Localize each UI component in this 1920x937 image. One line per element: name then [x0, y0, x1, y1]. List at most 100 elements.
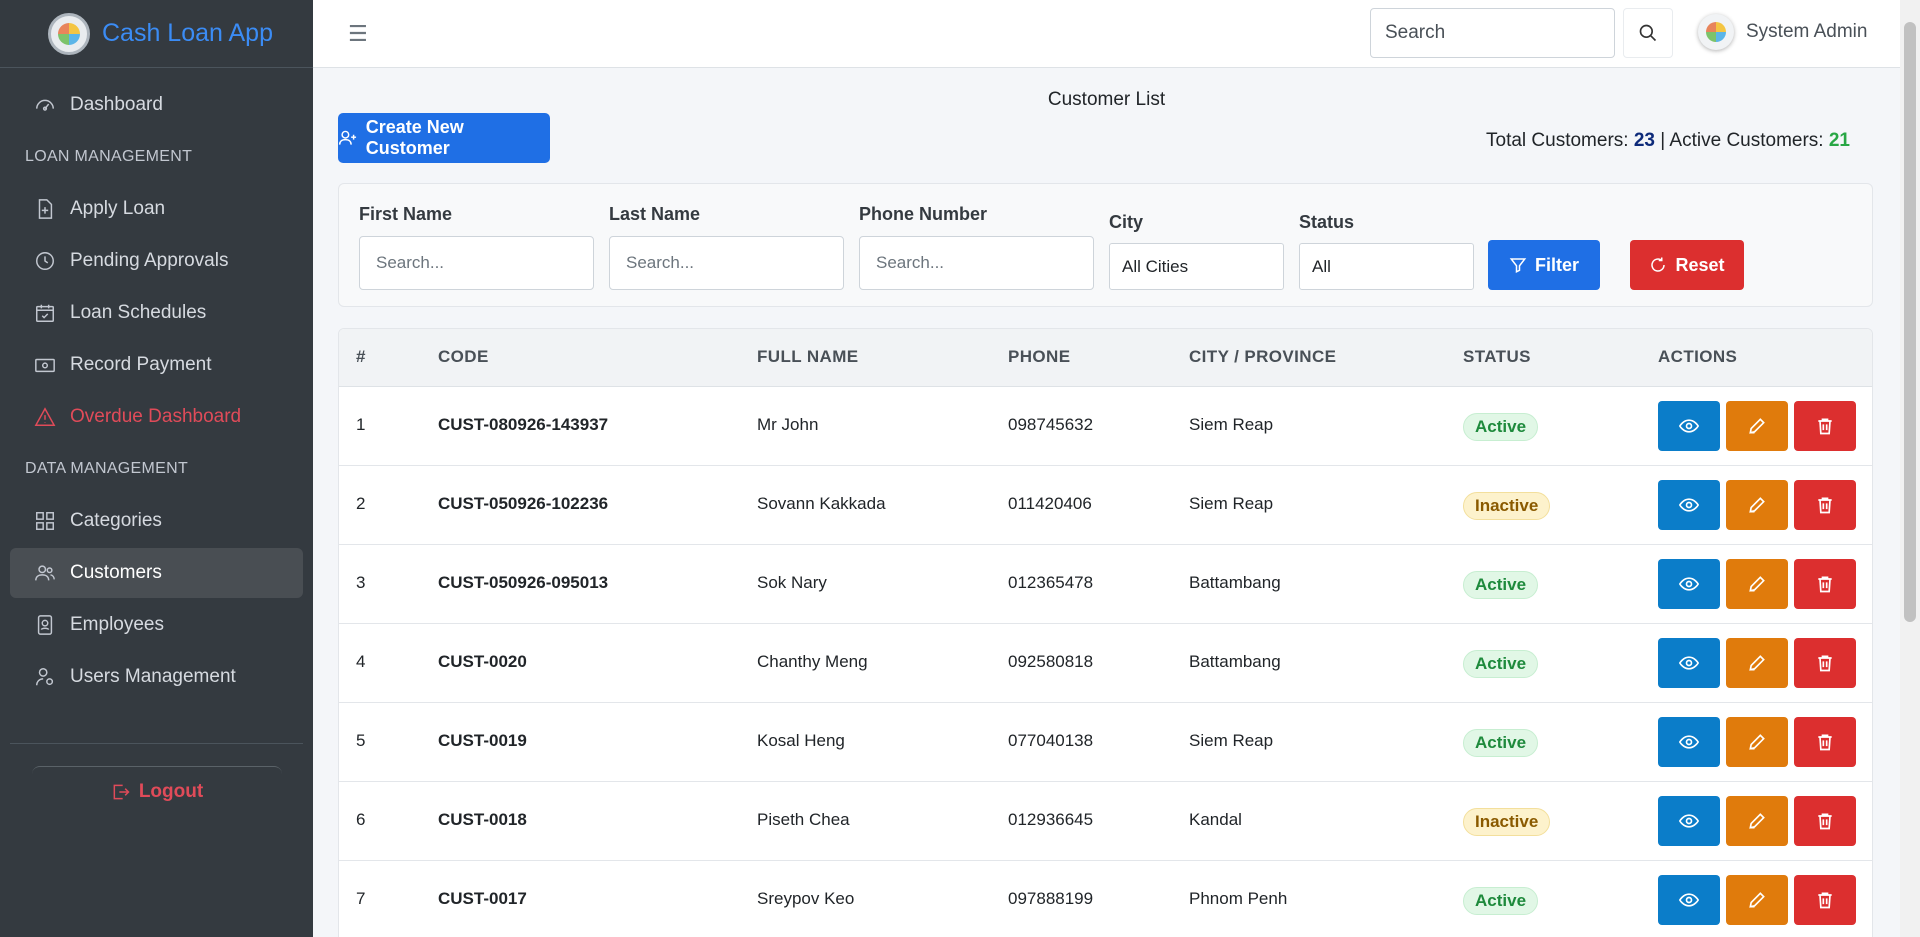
row-full-name: Kosal Heng: [757, 731, 845, 750]
eye-icon: [1679, 893, 1699, 907]
sidebar-item-pending-approvals[interactable]: Pending Approvals: [10, 236, 303, 286]
scrollbar-thumb[interactable]: [1904, 22, 1916, 622]
row-full-name: Chanthy Meng: [757, 652, 868, 671]
trash-icon: [1818, 497, 1832, 514]
row-code: CUST-050926-102236: [438, 494, 609, 513]
pencil-icon: [1749, 576, 1765, 592]
view-button[interactable]: [1658, 480, 1720, 530]
view-button[interactable]: [1658, 796, 1720, 846]
eye-icon: [1679, 419, 1699, 433]
delete-button[interactable]: [1794, 480, 1856, 530]
sidebar-item-label: Users Management: [70, 666, 236, 687]
delete-button[interactable]: [1794, 875, 1856, 925]
pencil-icon: [1749, 655, 1765, 671]
pencil-icon: [1749, 418, 1765, 434]
edit-button[interactable]: [1726, 480, 1788, 530]
city-select[interactable]: All Cities: [1109, 243, 1284, 290]
last-name-input[interactable]: [609, 236, 844, 290]
row-full-name: Sok Nary: [757, 573, 827, 592]
table-row: 4 CUST-0020 Chanthy Meng 092580818 Battamban…: [339, 624, 1872, 703]
pencil-icon: [1749, 734, 1765, 750]
trash-icon: [1818, 576, 1832, 593]
reset-button[interactable]: Reset: [1630, 240, 1744, 290]
row-city: Siem Reap: [1189, 415, 1274, 434]
sidebar: Cash Loan App Dashboard LOAN MANAGEMENT …: [0, 0, 313, 937]
search-input[interactable]: [1370, 8, 1615, 58]
badge-icon: [37, 615, 53, 635]
table-row: 2 CUST-050926-102236 Sovann Kakkada 0114204…: [339, 466, 1872, 545]
edit-button[interactable]: [1726, 401, 1788, 451]
first-name-input[interactable]: [359, 236, 594, 290]
sidebar-item-customers[interactable]: Customers: [10, 548, 303, 598]
file-plus-icon: [38, 199, 53, 219]
row-full-name: Sovann Kakkada: [757, 494, 886, 513]
sidebar-item-employees[interactable]: Employees: [10, 600, 303, 650]
view-button[interactable]: [1658, 875, 1720, 925]
brand[interactable]: Cash Loan App: [0, 0, 313, 68]
filter-button[interactable]: Filter: [1488, 240, 1600, 290]
col-status: STATUS: [1463, 347, 1531, 366]
delete-button[interactable]: [1794, 717, 1856, 767]
view-button[interactable]: [1658, 401, 1720, 451]
users-icon: [35, 565, 55, 581]
sidebar-item-label: Overdue Dashboard: [70, 406, 242, 427]
sidebar-item-categories[interactable]: Categories: [10, 496, 303, 546]
create-customer-button[interactable]: Create New Customer: [338, 113, 550, 163]
sidebar-item-record-payment[interactable]: Record Payment: [10, 340, 303, 390]
sidebar-item-users-management[interactable]: Users Management: [10, 652, 303, 702]
brand-name: Cash Loan App: [102, 19, 273, 47]
row-code: CUST-0018: [438, 810, 527, 829]
create-customer-label: Create New Customer: [365, 117, 464, 158]
sidebar-item-loan-schedules[interactable]: Loan Schedules: [10, 288, 303, 338]
col-phone: PHONE: [1008, 347, 1071, 366]
menu-toggle-icon[interactable]: ☰: [348, 21, 368, 47]
edit-button[interactable]: [1726, 796, 1788, 846]
table-row: 7 CUST-0017 Sreypov Keo 097888199 Phnom Penh…: [339, 861, 1872, 937]
view-button[interactable]: [1658, 638, 1720, 688]
edit-button[interactable]: [1726, 559, 1788, 609]
app-logo-icon: [48, 12, 90, 55]
row-phone: 098745632: [1008, 415, 1094, 434]
status-badge: Active: [1463, 571, 1539, 599]
edit-button[interactable]: [1726, 875, 1788, 925]
sidebar-item-overdue-dashboard[interactable]: Overdue Dashboard: [10, 392, 303, 442]
edit-button[interactable]: [1726, 638, 1788, 688]
sidebar-item-dashboard[interactable]: Dashboard: [10, 80, 303, 130]
trash-icon: [1818, 892, 1832, 909]
sidebar-item-label: Categories: [70, 510, 162, 531]
sidebar-item-apply-loan[interactable]: Apply Loan: [10, 184, 303, 234]
view-button[interactable]: [1658, 717, 1720, 767]
warning-icon: [34, 407, 56, 426]
status-badge: Active: [1463, 887, 1539, 915]
row-number: 4: [356, 652, 366, 671]
trash-icon: [1818, 813, 1832, 830]
edit-button[interactable]: [1726, 717, 1788, 767]
funnel-icon: [1509, 258, 1527, 273]
delete-button[interactable]: [1794, 559, 1856, 609]
user-name: System Admin: [1746, 21, 1868, 42]
status-select[interactable]: All: [1299, 243, 1474, 290]
row-city: Kandal: [1189, 810, 1242, 829]
nav-header-data: DATA MANAGEMENT: [25, 460, 189, 477]
filter-panel: First Name Last Name Phone Number City A…: [338, 183, 1873, 307]
last-name-label: Last Name: [609, 204, 701, 224]
user-menu[interactable]: System Admin: [1698, 14, 1867, 50]
row-city: Battambang: [1189, 573, 1281, 592]
sidebar-item-label: Record Payment: [70, 354, 212, 375]
col-actions: ACTIONS: [1658, 347, 1738, 366]
logout-button[interactable]: Logout: [32, 766, 282, 816]
search-button[interactable]: [1623, 8, 1673, 58]
view-button[interactable]: [1658, 559, 1720, 609]
page-scrollbar[interactable]: [1900, 0, 1920, 937]
row-full-name: Sreypov Keo: [757, 889, 855, 908]
cash-icon: [35, 358, 55, 373]
delete-button[interactable]: [1794, 796, 1856, 846]
eye-icon: [1679, 814, 1699, 828]
main-content: Customer List Create New Customer Total …: [313, 69, 1900, 937]
phone-number-input[interactable]: [859, 236, 1094, 290]
delete-button[interactable]: [1794, 401, 1856, 451]
row-phone: 011420406: [1008, 494, 1092, 513]
row-city: Phnom Penh: [1189, 889, 1288, 908]
delete-button[interactable]: [1794, 638, 1856, 688]
row-phone: 097888199: [1008, 889, 1094, 908]
